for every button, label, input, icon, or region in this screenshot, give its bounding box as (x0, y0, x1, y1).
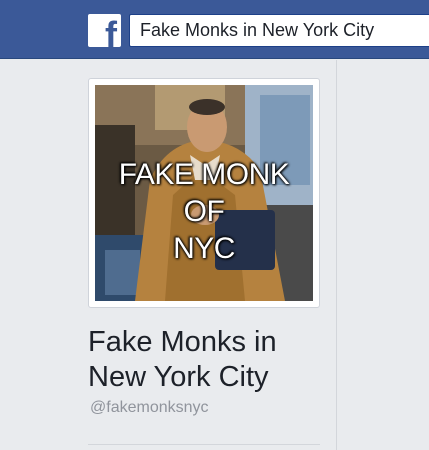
page-username[interactable]: @fakemonksnyc (90, 399, 209, 417)
profile-picture-frame[interactable]: FAKE MONK OF NYC (88, 78, 320, 308)
main-content-area (337, 60, 429, 450)
photo-overlay-line-2: OF (183, 195, 225, 228)
divider-line (88, 444, 320, 445)
profile-photo-image (95, 85, 313, 301)
top-navigation-bar: f (0, 0, 429, 59)
photo-overlay-line-1: FAKE MONK (118, 158, 290, 191)
search-input[interactable] (129, 14, 429, 47)
profile-picture[interactable]: FAKE MONK OF NYC (95, 85, 313, 301)
photo-overlay-line-3: NYC (173, 232, 235, 265)
facebook-logo-icon[interactable]: f (88, 14, 121, 47)
page-title[interactable]: Fake Monks in New York City (88, 325, 328, 395)
